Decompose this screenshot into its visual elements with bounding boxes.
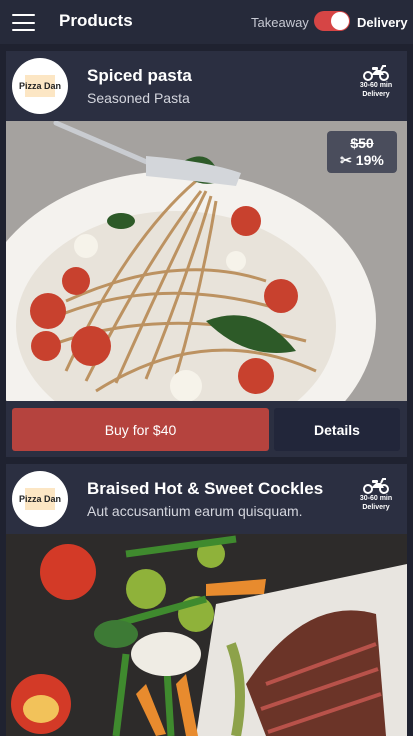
- delivery-mode-toggle[interactable]: [314, 11, 350, 31]
- details-button[interactable]: Details: [274, 408, 400, 451]
- card-header: Pizza Dan Braised Hot & Sweet Cockles Au…: [6, 464, 407, 534]
- menu-icon[interactable]: [12, 14, 35, 31]
- product-card: Pizza Dan Spiced pasta Seasoned Pasta 30…: [6, 51, 407, 457]
- restaurant-logo[interactable]: Pizza Dan: [12, 58, 68, 114]
- product-image[interactable]: $50 ✂ 19%: [6, 121, 407, 401]
- delivery-type: Delivery: [362, 91, 390, 98]
- toggle-knob: [331, 12, 349, 30]
- scooter-icon: [363, 65, 389, 81]
- dish-name[interactable]: Braised Hot & Sweet Cockles: [87, 479, 323, 499]
- old-price: $50: [350, 135, 374, 151]
- takeaway-label[interactable]: Takeaway: [251, 15, 309, 30]
- delivery-info: 30-60 min Delivery: [354, 478, 398, 512]
- card-header: Pizza Dan Spiced pasta Seasoned Pasta 30…: [6, 51, 407, 121]
- restaurant-logo-text: Pizza Dan: [19, 488, 61, 510]
- dish-description: Aut accusantium earum quisquam.: [87, 503, 303, 519]
- page-title: Products: [59, 11, 133, 30]
- delivery-type: Delivery: [362, 504, 390, 511]
- dish-description: Seasoned Pasta: [87, 90, 190, 106]
- scissors-icon: ✂: [340, 152, 352, 168]
- dish-name[interactable]: Spiced pasta: [87, 66, 192, 86]
- card-actions: Buy for $40 Details: [6, 401, 407, 456]
- restaurant-logo-text: Pizza Dan: [19, 75, 61, 97]
- delivery-time: 30-60 min: [359, 495, 393, 502]
- restaurant-logo[interactable]: Pizza Dan: [12, 471, 68, 527]
- price-badge: $50 ✂ 19%: [327, 131, 397, 173]
- discount-percent: 19%: [355, 152, 384, 168]
- product-image[interactable]: [6, 534, 407, 736]
- steak-photo: [6, 534, 407, 736]
- delivery-label[interactable]: Delivery: [357, 15, 408, 30]
- buy-button[interactable]: Buy for $40: [12, 408, 269, 451]
- product-card: Pizza Dan Braised Hot & Sweet Cockles Au…: [6, 464, 407, 736]
- delivery-time: 30-60 min: [359, 82, 393, 89]
- scooter-icon: [363, 478, 389, 494]
- discount: ✂ 19%: [327, 152, 397, 169]
- top-bar: Products Takeaway Delivery: [0, 0, 413, 44]
- delivery-info: 30-60 min Delivery: [354, 65, 398, 99]
